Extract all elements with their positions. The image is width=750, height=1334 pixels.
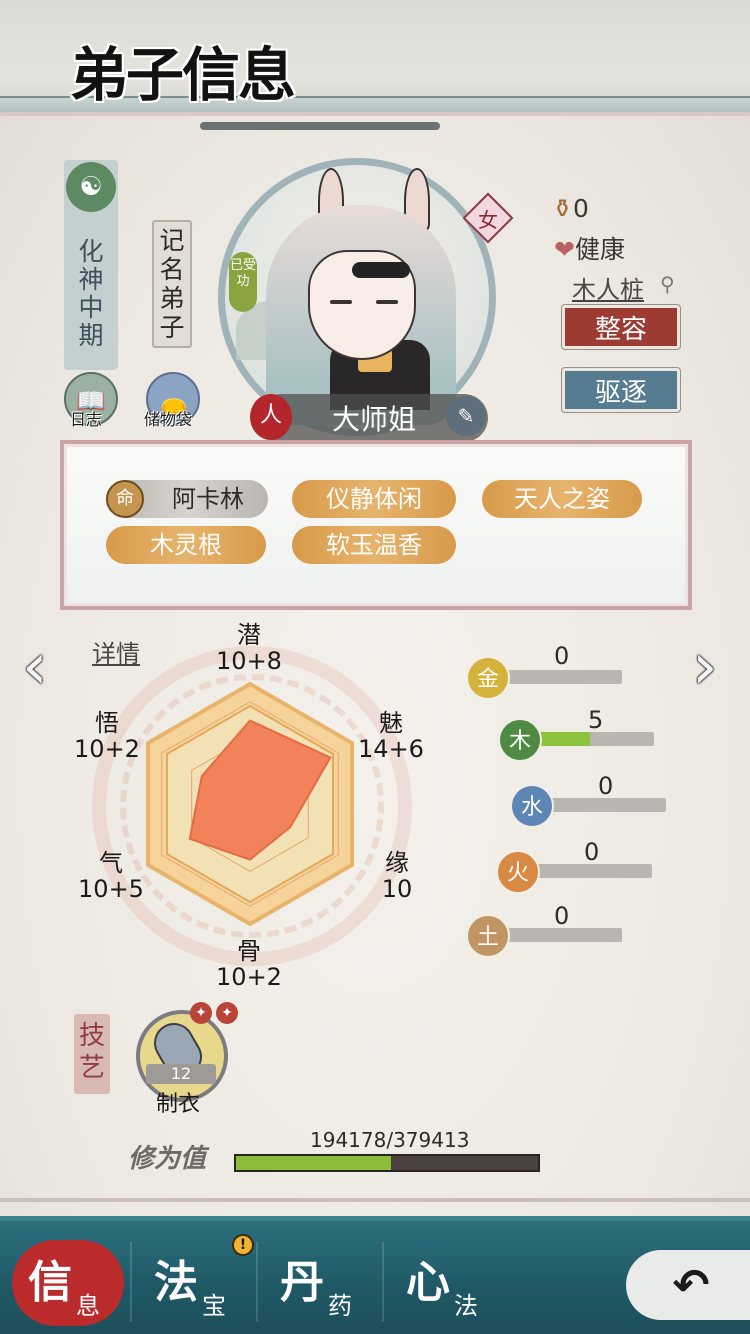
expel-button[interactable]: 驱逐 (562, 368, 680, 412)
tab-main-text: 信 (28, 1257, 72, 1308)
traits-panel (60, 440, 692, 610)
health-status: 健康 (574, 235, 625, 264)
stat-name: 缘 (385, 849, 409, 877)
stat-value: 14+6 (358, 735, 424, 763)
prev-disciple-arrow-icon[interactable]: ‹ (22, 632, 62, 702)
element-bar-wood (526, 732, 654, 746)
character-brow (352, 262, 410, 278)
fate-icon: 命 (106, 480, 144, 518)
location-pin-icon[interactable]: ⚲ (660, 272, 675, 296)
metal-element-icon: 金 (466, 656, 510, 700)
element-value-metal: 0 (554, 642, 570, 670)
tab-main-text: 丹 (280, 1257, 324, 1308)
skills-tag-text: 技艺 (78, 1021, 105, 1083)
stat-potential: 潜 10+8 (212, 622, 286, 674)
race-badge: 人 (250, 394, 292, 440)
coin-value: 0 (572, 194, 589, 223)
attribute-radar-chart (146, 681, 354, 927)
stat-name: 魅 (379, 709, 403, 737)
fire-element-icon: 火 (496, 850, 540, 894)
stat-value: 10+2 (216, 963, 282, 991)
element-bar-fire (524, 864, 652, 878)
tab-sub-text: 息 (76, 1292, 100, 1320)
stat-name: 气 (99, 849, 123, 877)
disciple-name[interactable]: 大师姐 (304, 398, 444, 438)
character-right-eye (376, 300, 398, 304)
stat-name: 悟 (95, 709, 119, 737)
element-bar-earth (494, 928, 622, 942)
tab-sub-text: 宝 (202, 1292, 226, 1320)
log-label[interactable]: 日志 (70, 406, 102, 430)
tab-info[interactable]: 信 息 (6, 1236, 132, 1326)
tab-pills[interactable]: 丹 药 (258, 1236, 384, 1326)
stat-qi: 气 10+5 (76, 850, 146, 902)
panel-bottom-border (0, 1198, 750, 1202)
stat-charm: 魅 14+6 (356, 710, 426, 762)
heart-icon: ❤ (554, 235, 575, 264)
element-value-water: 0 (598, 772, 614, 800)
cultivation-label: 修为值 (128, 1144, 207, 1174)
skill-name: 制衣 (156, 1092, 201, 1117)
stat-insight: 悟 10+2 (72, 710, 142, 762)
title-underline (200, 122, 440, 130)
element-bar-water (538, 798, 666, 812)
details-link[interactable]: 详情 (92, 634, 140, 669)
coin-icon: ⚱ (552, 194, 573, 223)
stat-name: 骨 (237, 937, 261, 965)
storage-bag-label[interactable]: 储物袋 (144, 406, 192, 430)
flame-icon: ✦ (190, 1002, 212, 1024)
realm-emblem-icon: ☯ (66, 162, 116, 212)
trait-tag[interactable]: 仪静体闲 (292, 480, 456, 518)
role-text: 记名弟子 (159, 226, 185, 342)
skill-level: 12 (146, 1064, 216, 1084)
flame-icon: ✦ (216, 1002, 238, 1024)
cultivation-value: 194178/379413 (310, 1128, 470, 1152)
trait-tag[interactable]: 木灵根 (106, 526, 266, 564)
practice-location[interactable]: 木人桩 (572, 270, 644, 305)
makeover-button[interactable]: 整容 (562, 305, 680, 349)
tab-heart-method[interactable]: 心 法 (384, 1236, 510, 1326)
tab-sub-text: 法 (454, 1292, 478, 1320)
tab-sub-text: 药 (328, 1292, 352, 1320)
water-element-icon: 水 (510, 784, 554, 828)
stat-value: 10+2 (74, 735, 140, 763)
stat-value: 10+5 (78, 875, 144, 903)
earth-element-icon: 土 (466, 914, 510, 958)
stat-name: 潜 (237, 621, 261, 649)
element-value-wood: 5 (588, 706, 604, 734)
tab-main-text: 心 (406, 1257, 450, 1308)
element-value-fire: 0 (584, 838, 600, 866)
stat-value: 10 (381, 875, 413, 903)
stat-value: 10+8 (216, 647, 282, 675)
moved-badge: 已受功 (229, 252, 257, 312)
trait-tag[interactable]: 天人之姿 (482, 480, 642, 518)
coin-row: ⚱0 (552, 194, 589, 223)
health-row: ❤健康 (554, 230, 625, 266)
element-value-earth: 0 (554, 902, 570, 930)
stat-bone: 骨 10+2 (212, 938, 286, 990)
tab-main-text: 法 (154, 1257, 198, 1308)
realm-text: 化神中期 (78, 237, 104, 350)
stat-fortune: 缘 10 (370, 850, 424, 902)
cultivation-bar-fill (236, 1156, 391, 1170)
gender-text: 女 (478, 208, 498, 232)
element-bar-metal (494, 670, 622, 684)
page-title: 弟子信息 (70, 41, 296, 109)
wood-element-icon: 木 (498, 718, 542, 762)
brush-icon[interactable]: ✎ (446, 396, 486, 436)
trait-tag[interactable]: 软玉温香 (292, 526, 456, 564)
alert-badge-icon: ! (232, 1234, 254, 1256)
character-left-eye (330, 300, 352, 304)
next-disciple-arrow-icon[interactable]: › (692, 632, 732, 702)
back-arrow-icon[interactable]: ↶ (656, 1256, 726, 1316)
